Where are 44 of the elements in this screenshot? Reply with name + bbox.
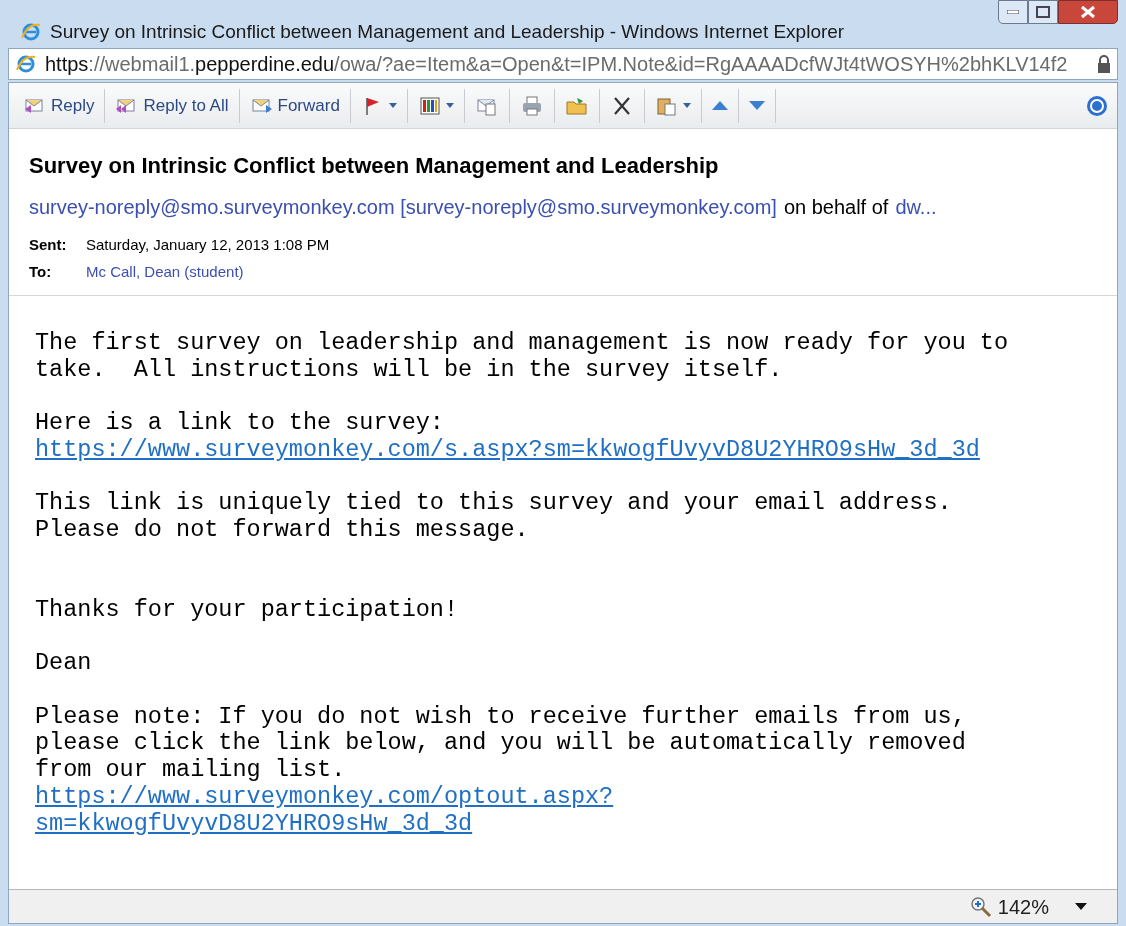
body-link[interactable]: https://www.surveymonkey.com/s.aspx?sm=kkwogfUvyvD8U2YHRO9sHw_3d_3d	[35, 436, 980, 464]
address-bar[interactable]: https://webmail1.pepperdine.edu/owa/?ae=Item&a=Open&t=IPM.Note&id=RgAAAADcfWJt4tWOSYH%2bhKLV14f2	[8, 48, 1118, 80]
minimize-button[interactable]	[998, 0, 1028, 24]
sender-link[interactable]: survey-noreply@smo.surveymonkey.com [survey-noreply@smo.surveymonkey.com]	[29, 192, 777, 222]
toolbar-button[interactable]: Reply	[17, 88, 101, 123]
toolbar-button[interactable]: Forward	[243, 88, 346, 123]
maximize-button[interactable]	[1028, 0, 1058, 24]
zoom-icon	[969, 895, 992, 918]
close-button[interactable]	[1058, 0, 1118, 24]
page-icon	[15, 53, 37, 75]
field-label: Sent:	[29, 235, 68, 255]
caret-icon	[445, 103, 454, 108]
body-link[interactable]: sm=kkwogfUvyvD8U2YHRO9sHw_3d_3d	[35, 810, 473, 838]
body-line: Please note: If you do not wish to receive further emails from us,	[35, 703, 966, 731]
body-line: Thanks for your participation!	[35, 596, 459, 624]
body-line: please click the link below, and you will be automatically removed	[35, 730, 966, 758]
lock-icon	[1097, 55, 1111, 73]
toolbar-button[interactable]: Reply to All	[109, 88, 235, 123]
body-line: This link is uniquely tied to this survey and your email address.	[35, 490, 952, 517]
message-subject: Survey on Intrinsic Conflict between Management and Leadership	[29, 152, 720, 180]
field-label: To:	[29, 261, 53, 282]
zoom-level[interactable]: 142%	[997, 891, 1049, 922]
body-line: take. All instructions will be in the survey itself.	[35, 356, 783, 384]
maximize-icon	[1036, 6, 1050, 18]
recipient-link[interactable]: Mc Call, Dean (student)	[86, 260, 244, 283]
window-title: Survey on Intrinsic Conflict between Management and Leadership - Windows Internet Explorer	[50, 20, 845, 44]
caret-icon[interactable]	[1075, 903, 1087, 910]
up-arrow-icon	[711, 101, 728, 110]
body-line: Dean	[35, 650, 92, 678]
sender-link[interactable]: dw...	[895, 192, 937, 222]
body-line: from our mailing list.	[35, 757, 346, 784]
down-arrow-icon	[748, 101, 765, 110]
color-columns-icon	[417, 94, 442, 117]
caret-icon	[388, 103, 397, 108]
address-url: https://webmail1.pepperdine.edu/owa/?ae=Item&a=Open&t=IPM.Note&id=RgAAAADcfWJt4tWOSYH%2bhKLV14f2	[45, 52, 1069, 77]
body-line: The first survey on leadership and management is now ready for you to	[35, 330, 1009, 357]
caret-icon	[682, 103, 691, 108]
close-icon	[1080, 5, 1096, 19]
minimize-icon	[1007, 10, 1019, 14]
body-link[interactable]: https://www.surveymonkey.com/optout.aspx?	[35, 783, 614, 811]
sender-text: on behalf of	[783, 195, 889, 220]
body-line: Here is a link to the survey:	[35, 410, 444, 437]
field-value: Saturday, January 12, 2013 1:08 PM	[86, 235, 330, 255]
body-line: Please do not forward this message.	[35, 516, 529, 544]
